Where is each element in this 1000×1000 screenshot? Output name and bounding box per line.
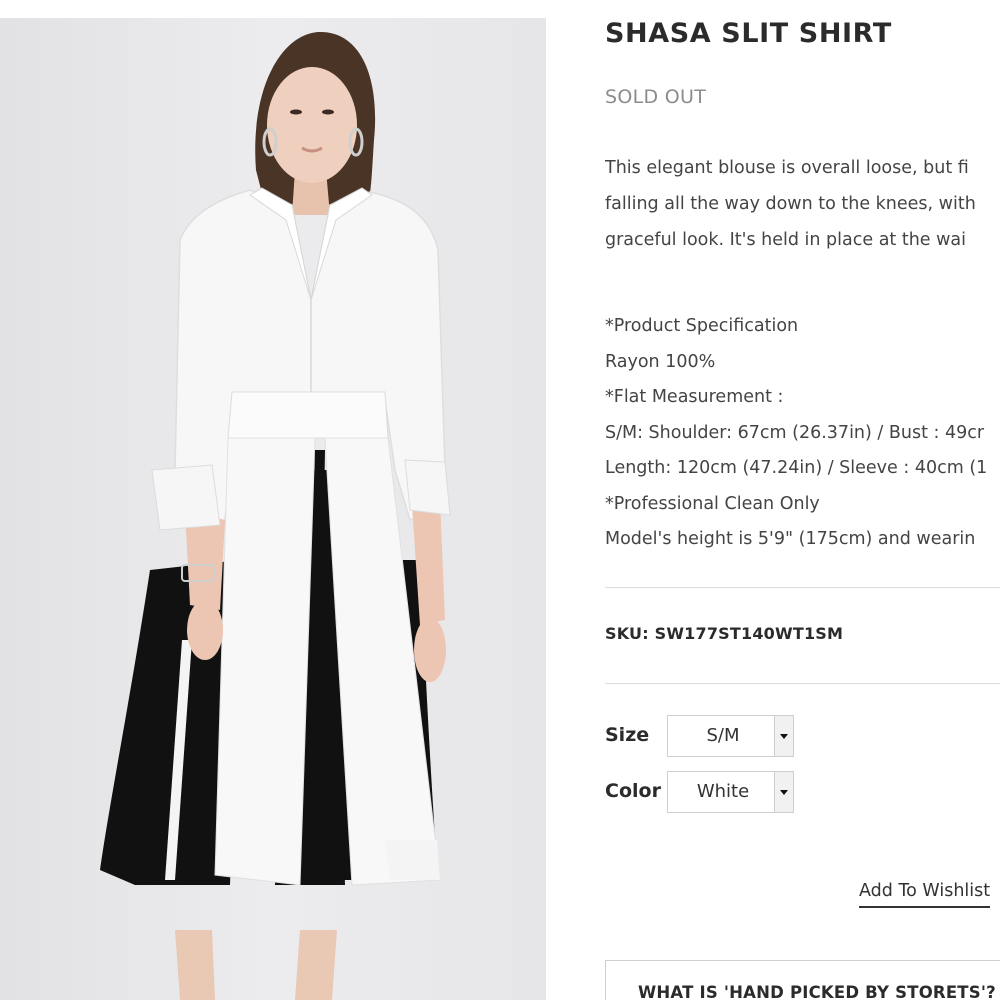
product-image[interactable]	[0, 18, 546, 1000]
product-description: This elegant blouse is overall loose, bu…	[605, 155, 1000, 263]
size-label: Size	[605, 724, 650, 746]
spec-line: *Flat Measurement :	[605, 387, 784, 407]
spec-line: Rayon 100%	[605, 351, 716, 372]
divider	[605, 587, 1000, 588]
color-label: Color	[605, 780, 661, 802]
chevron-down-icon[interactable]	[774, 716, 793, 756]
description-line: This elegant blouse is overall loose, bu…	[605, 158, 969, 178]
hand-picked-heading: WHAT IS 'HAND PICKED BY STORETS'?	[638, 983, 996, 1000]
color-selected-value: White	[696, 781, 750, 802]
spec-line: S/M: Shoulder: 67cm (26.37in) / Bust : 4…	[605, 422, 985, 443]
spec-line: Model's height is 5'9" (175cm) and weari…	[605, 529, 976, 549]
color-select[interactable]: White	[667, 771, 794, 813]
add-to-wishlist-link[interactable]: Add To Wishlist	[859, 881, 991, 908]
stock-status: SOLD OUT	[605, 86, 707, 108]
size-select[interactable]: S/M	[667, 715, 794, 757]
description-line: falling all the way down to the knees, w…	[605, 194, 976, 214]
spec-line: *Professional Clean Only	[605, 493, 820, 514]
product-specification: *Product Specification Rayon 100% *Flat …	[605, 313, 1000, 562]
model-illustration	[0, 18, 546, 1000]
divider	[605, 683, 1000, 684]
description-line: graceful look. It's held in place at the…	[605, 230, 967, 250]
product-title: SHASA SLIT SHIRT	[605, 18, 892, 49]
spec-line: *Product Specification	[605, 316, 799, 336]
size-selected-value: S/M	[706, 725, 740, 746]
sku-label: SKU: SW177ST140WT1SM	[605, 624, 844, 643]
spec-line: Length: 120cm (47.24in) / Sleeve : 40cm …	[605, 458, 988, 478]
product-info-panel: SHASA SLIT SHIRT SOLD OUT This elegant b…	[605, 0, 1000, 1000]
chevron-down-icon[interactable]	[774, 772, 793, 812]
hand-picked-info-box[interactable]: WHAT IS 'HAND PICKED BY STORETS'?	[605, 960, 1000, 1000]
